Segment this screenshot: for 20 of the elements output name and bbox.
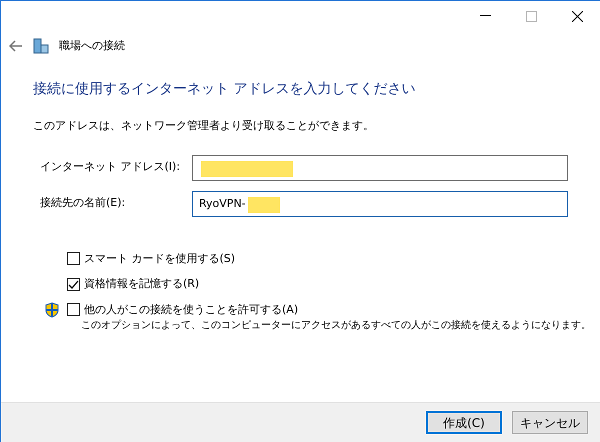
field-label: インターネット アドレス(I): — [40, 159, 182, 176]
checkbox-label[interactable]: スマート カードを使用する(S) — [84, 250, 236, 267]
option-note: このオプションによって、このコンピューターにアクセスがあるすべての人がこの接続を使えるようになります。 — [81, 319, 592, 332]
description-text: このアドレスは、ネットワーク管理者より受け取ることができます。 — [33, 118, 375, 134]
minimize-icon[interactable] — [480, 15, 490, 17]
checkbox[interactable] — [67, 278, 80, 291]
checkbox-label[interactable]: 他の人がこの接続を使うことを許可する(A) — [84, 302, 298, 318]
page-heading: 接続に使用するインターネット アドレスを入力してください — [33, 80, 416, 99]
window-title: 職場への接続 — [59, 38, 125, 54]
checkbox-label[interactable]: 資格情報を記憶する(R) — [84, 276, 200, 292]
name-field[interactable]: RyoVPN- — [192, 190, 568, 216]
shield-icon — [45, 302, 59, 318]
create-button[interactable]: 作成(C) — [426, 411, 502, 434]
network-buildings-icon — [33, 38, 49, 54]
close-icon[interactable] — [572, 10, 582, 22]
back-arrow-icon[interactable] — [9, 40, 23, 52]
checkbox[interactable] — [67, 252, 80, 266]
field-label: 接続先の名前(E): — [40, 195, 126, 212]
checkbox[interactable] — [67, 303, 80, 316]
cancel-button[interactable]: キャンセル — [512, 411, 588, 434]
